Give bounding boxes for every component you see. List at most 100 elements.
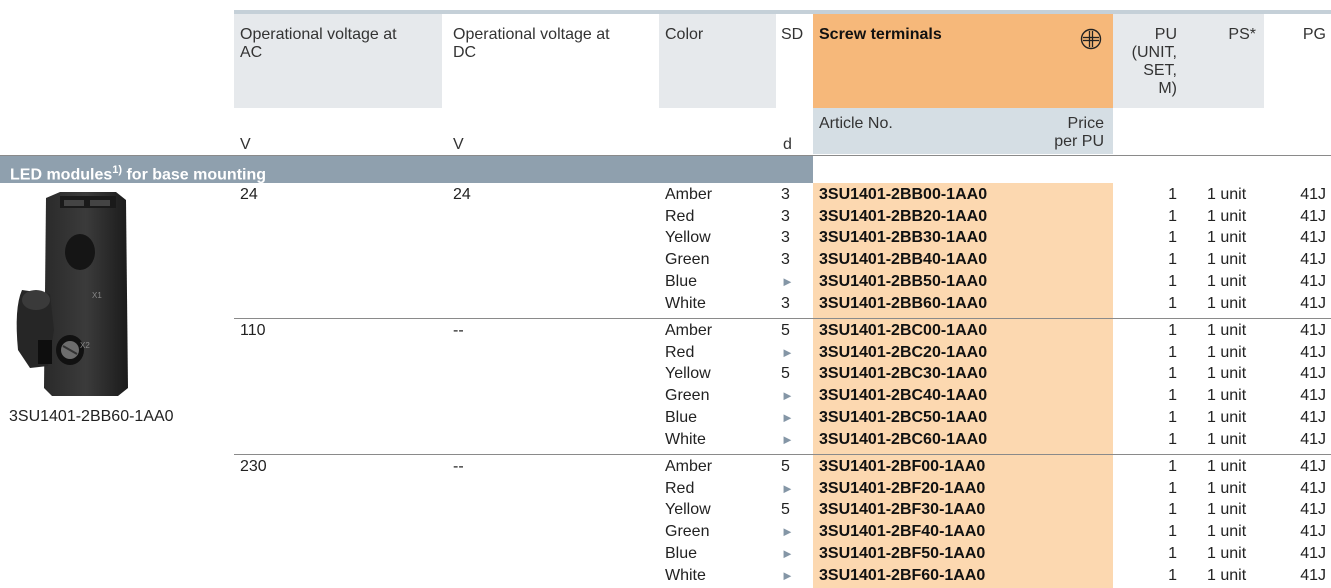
sd-value: 5	[781, 322, 790, 339]
ps-value: 1 unit	[1207, 229, 1247, 247]
voltage-dc: --	[453, 458, 464, 475]
header-ac: Operational voltage at AC	[240, 26, 397, 61]
sd-value: 5	[781, 458, 790, 475]
sd-value: 3	[781, 229, 790, 247]
pu-value: 1	[1168, 544, 1177, 562]
article-number[interactable]: 3SU1401-2BB30-1AA0	[819, 227, 987, 249]
article-number[interactable]: 3SU1401-2BB50-1AA0	[819, 271, 987, 293]
color-value: Green	[665, 387, 710, 405]
ps-value: 1 unit	[1207, 343, 1247, 361]
sd-value: ►	[781, 409, 794, 425]
color-value: Green	[665, 251, 710, 269]
product-caption: 3SU1401-2BB60-1AA0	[9, 408, 174, 425]
sd-value: ►	[781, 524, 794, 540]
article-number[interactable]: 3SU1401-2BF30-1AA0	[819, 499, 985, 521]
ps-value: 1 unit	[1207, 322, 1247, 339]
ps-value: 1 unit	[1207, 387, 1247, 405]
ps-value: 1 unit	[1207, 251, 1247, 269]
article-number[interactable]: 3SU1401-2BF50-1AA0	[819, 543, 985, 565]
voltage-ac: 24	[240, 186, 258, 203]
article-number[interactable]: 3SU1401-2BB00-1AA0	[819, 184, 987, 206]
sd-value: 3	[781, 207, 790, 225]
sd-value: ►	[781, 273, 794, 289]
article-number[interactable]: 3SU1401-2BF40-1AA0	[819, 521, 985, 543]
ps-value: 1 unit	[1207, 365, 1247, 383]
color-value: Blue	[665, 408, 698, 426]
color-value: Green	[665, 523, 710, 541]
voltage-ac: 230	[240, 458, 267, 475]
color-value: Amber	[665, 322, 713, 339]
sd-value: ►	[781, 431, 794, 447]
pg-value: 41J	[1300, 365, 1326, 383]
section-title: LED modules1) for base mounting	[10, 164, 267, 184]
pu-value: 1	[1168, 251, 1177, 269]
pg-value: 41J	[1300, 544, 1326, 562]
article-number[interactable]: 3SU1401-2BC60-1AA0	[819, 429, 987, 451]
pu-value: 1	[1168, 229, 1177, 247]
article-number[interactable]: 3SU1401-2BC30-1AA0	[819, 363, 987, 385]
sd-value: 5	[781, 365, 790, 383]
pu-value: 1	[1168, 501, 1177, 519]
header-sd: SD	[781, 26, 804, 43]
pu-value: 1	[1168, 207, 1177, 225]
pu-value: 1	[1168, 458, 1177, 475]
pg-value: 41J	[1300, 251, 1326, 269]
pu-value: 1	[1168, 294, 1177, 312]
sd-value: ►	[781, 344, 794, 360]
voltage-ac: 110	[240, 322, 266, 339]
pu-value: 1	[1168, 343, 1177, 361]
header-dc: Operational voltage at DC	[453, 26, 610, 61]
pu-value: 1	[1168, 322, 1177, 339]
article-number[interactable]: 3SU1401-2BC20-1AA0	[819, 342, 987, 364]
pg-value: 41J	[1300, 229, 1326, 247]
pg-value: 41J	[1300, 207, 1326, 225]
header-unit-dc: V	[453, 136, 464, 153]
group-separator	[234, 318, 1331, 319]
article-number[interactable]: 3SU1401-2BC50-1AA0	[819, 407, 987, 429]
article-number[interactable]: 3SU1401-2BB40-1AA0	[819, 249, 987, 271]
pg-value: 41J	[1300, 408, 1326, 426]
article-number[interactable]: 3SU1401-2BB20-1AA0	[819, 206, 987, 228]
color-value: Red	[665, 207, 695, 225]
header-pg: PG	[1302, 26, 1326, 43]
pg-value: 41J	[1300, 566, 1326, 584]
article-number[interactable]: 3SU1401-2BF20-1AA0	[819, 478, 985, 500]
voltage-dc: 24	[453, 186, 471, 203]
sd-value: 5	[781, 501, 790, 519]
svg-text:X2: X2	[80, 341, 90, 350]
pg-value: 41J	[1300, 479, 1326, 497]
group-separator	[234, 454, 1331, 455]
color-value: Amber	[665, 458, 713, 475]
header-ps: PS*	[1228, 26, 1256, 43]
ps-value: 1 unit	[1207, 272, 1247, 290]
article-number[interactable]: 3SU1401-2BF00-1AA0	[819, 456, 985, 478]
pu-value: 1	[1168, 523, 1177, 541]
ps-value: 1 unit	[1207, 458, 1247, 475]
pg-value: 41J	[1300, 387, 1326, 405]
article-number[interactable]: 3SU1401-2BB60-1AA0	[819, 293, 987, 315]
header-unit-ac: V	[240, 136, 251, 153]
color-value: White	[665, 566, 706, 584]
pg-value: 41J	[1300, 523, 1326, 541]
pu-value: 1	[1168, 186, 1177, 203]
pu-value: 1	[1168, 408, 1177, 426]
led-module-image: X1 X2	[16, 192, 128, 396]
sd-value: ►	[781, 388, 794, 404]
sd-value: 3	[781, 251, 790, 269]
article-number[interactable]: 3SU1401-2BC00-1AA0	[819, 320, 987, 342]
pu-value: 1	[1168, 387, 1177, 405]
ps-value: 1 unit	[1207, 544, 1247, 562]
sd-value: ►	[781, 480, 794, 496]
pg-value: 41J	[1300, 186, 1326, 203]
color-value: Red	[665, 343, 695, 361]
sd-value: ►	[781, 567, 794, 583]
pu-value: 1	[1168, 272, 1177, 290]
ps-value: 1 unit	[1207, 408, 1247, 426]
pg-value: 41J	[1300, 322, 1326, 339]
color-value: Yellow	[665, 365, 711, 383]
svg-text:X1: X1	[92, 291, 102, 300]
ps-value: 1 unit	[1207, 501, 1247, 519]
pg-value: 41J	[1300, 458, 1326, 475]
article-number[interactable]: 3SU1401-2BF60-1AA0	[819, 565, 985, 587]
article-number[interactable]: 3SU1401-2BC40-1AA0	[819, 385, 987, 407]
